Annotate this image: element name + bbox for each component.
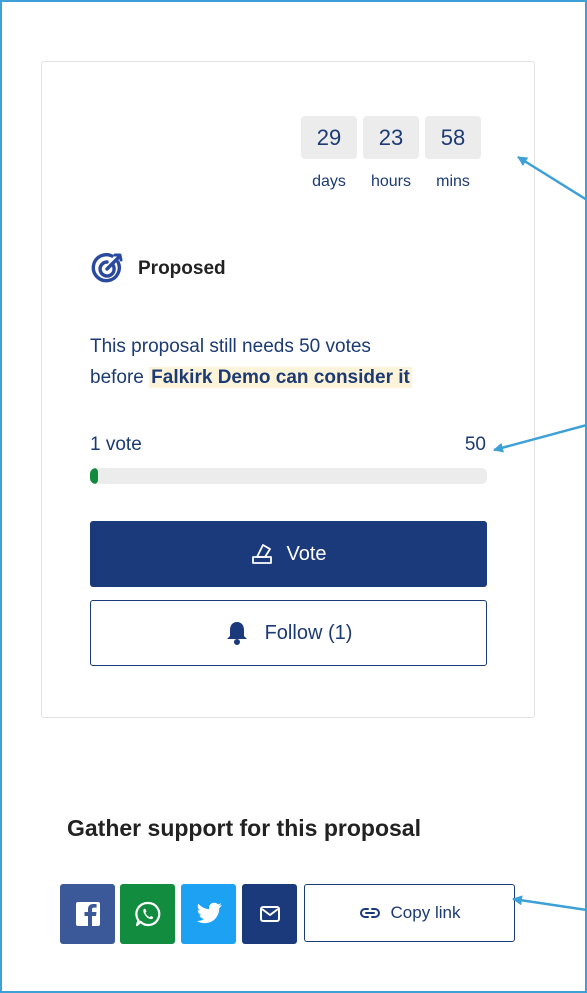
votes-needed-prefix: before	[90, 367, 150, 388]
votes-needed-text: This proposal still needs 50 votes befor…	[90, 331, 490, 393]
votes-needed-line2: before Falkirk Demo can consider it	[90, 362, 490, 393]
countdown-hours-value: 23	[378, 124, 404, 150]
countdown-mins: 58	[425, 116, 481, 159]
share-whatsapp-button[interactable]	[120, 884, 175, 944]
votes-needed-line1: This proposal still needs 50 votes	[90, 336, 371, 357]
target-icon	[91, 252, 123, 283]
follow-button-label: Follow (1)	[264, 621, 353, 644]
vote-button-label: Vote	[286, 542, 327, 565]
share-facebook-button[interactable]	[60, 884, 115, 944]
votes-progress-fill	[90, 468, 98, 484]
countdown-days: 29	[301, 116, 357, 159]
bell-icon	[226, 622, 247, 645]
email-icon	[259, 906, 280, 922]
organization-highlight: Falkirk Demo can consider it	[149, 367, 412, 388]
votes-goal: 50	[464, 434, 486, 455]
proposal-status: Proposed	[90, 252, 226, 286]
status-label: Proposed	[138, 258, 226, 279]
gather-support-title: Gather support for this proposal	[67, 815, 421, 841]
share-twitter-button[interactable]	[181, 884, 236, 944]
countdown-mins-label: mins	[436, 173, 470, 190]
votes-progress-bar	[90, 468, 487, 484]
countdown-hours-label: hours	[370, 173, 412, 190]
countdown-hours: 23	[363, 116, 419, 159]
countdown-days-label: days	[312, 173, 346, 190]
facebook-icon	[75, 902, 100, 926]
share-email-button[interactable]	[242, 884, 297, 944]
current-votes: 1 vote	[90, 434, 142, 455]
copy-link-label: Copy link	[390, 903, 461, 922]
countdown-days-value: 29	[316, 124, 342, 150]
follow-button[interactable]: Follow (1)	[90, 600, 487, 666]
whatsapp-icon	[134, 901, 160, 927]
countdown-mins-value: 58	[440, 124, 466, 150]
link-icon	[359, 908, 380, 918]
twitter-icon	[196, 902, 222, 924]
vote-button[interactable]: Vote	[90, 521, 487, 587]
copy-link-button[interactable]: Copy link	[304, 884, 515, 942]
ballot-box-icon	[252, 544, 273, 564]
